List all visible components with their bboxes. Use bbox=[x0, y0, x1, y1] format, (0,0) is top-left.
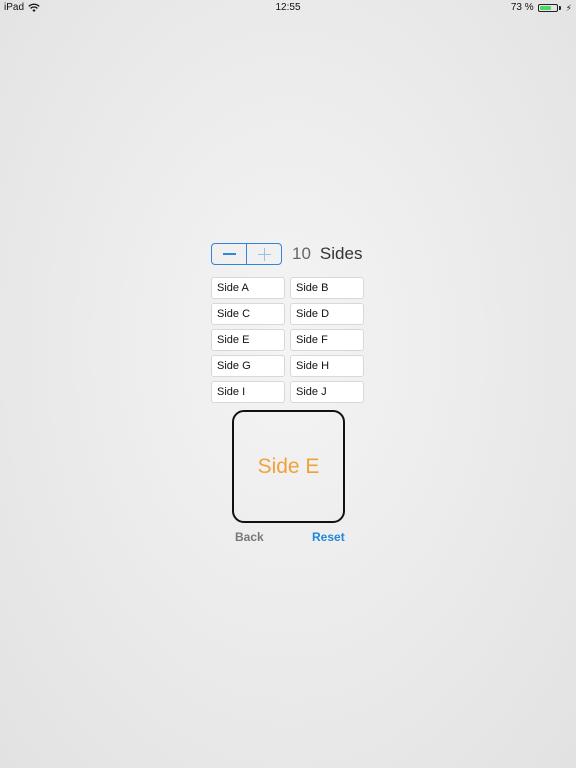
side-buttons-grid: Side A Side B Side C Side D Side E Side … bbox=[211, 277, 365, 403]
sides-stepper[interactable] bbox=[211, 243, 282, 265]
plus-icon bbox=[257, 247, 271, 261]
selected-side-display: Side E bbox=[232, 410, 345, 523]
decrement-button[interactable] bbox=[212, 244, 247, 264]
battery-percentage: 73 % bbox=[510, 2, 534, 13]
side-button-a[interactable]: Side A bbox=[211, 277, 285, 299]
side-button-b[interactable]: Side B bbox=[290, 277, 364, 299]
minus-icon bbox=[222, 253, 236, 255]
side-button-e[interactable]: Side E bbox=[211, 329, 285, 351]
battery-level bbox=[539, 6, 552, 10]
sides-label: Sides bbox=[319, 244, 363, 263]
battery-cap bbox=[558, 6, 561, 10]
side-button-c[interactable]: Side C bbox=[211, 303, 285, 325]
increment-button[interactable] bbox=[247, 244, 281, 264]
status-time: 12:55 bbox=[275, 2, 301, 13]
back-button[interactable]: Back bbox=[235, 530, 264, 544]
side-button-j[interactable]: Side J bbox=[290, 381, 364, 403]
side-button-g[interactable]: Side G bbox=[211, 355, 285, 377]
status-bar-right: 73 % ⚡ bbox=[511, 0, 572, 16]
side-button-h[interactable]: Side H bbox=[290, 355, 364, 377]
side-button-f[interactable]: Side F bbox=[290, 329, 364, 351]
charging-bolt-icon: ⚡ bbox=[565, 3, 572, 13]
battery-icon bbox=[537, 4, 558, 12]
selected-side-text: Side E bbox=[257, 454, 320, 478]
side-button-i[interactable]: Side I bbox=[211, 381, 285, 403]
reset-button[interactable]: Reset bbox=[312, 530, 345, 544]
side-button-d[interactable]: Side D bbox=[290, 303, 364, 325]
sides-count: 10 bbox=[292, 244, 311, 263]
status-bar: iPad 12:55 73 % ⚡ bbox=[0, 0, 576, 16]
sides-stepper-row: 10 Sides bbox=[211, 242, 362, 266]
